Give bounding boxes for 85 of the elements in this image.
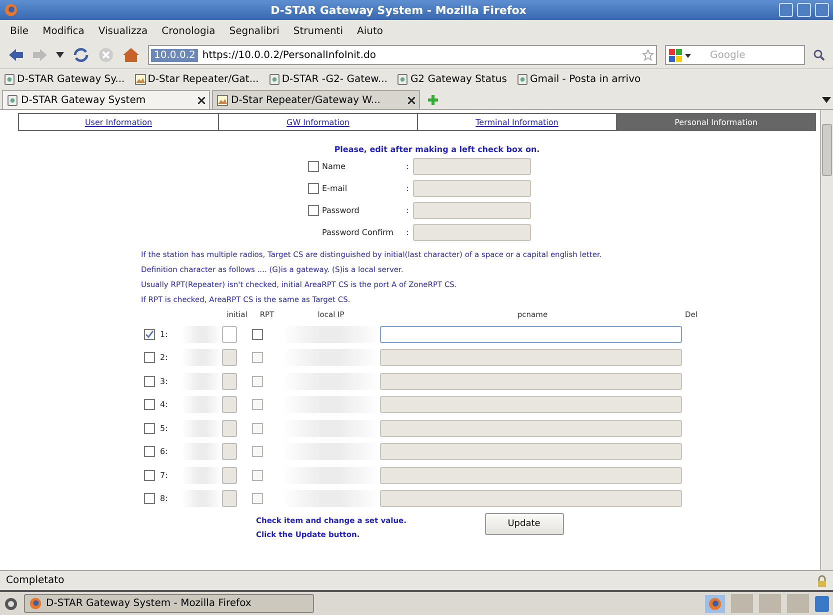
blurred-cell xyxy=(182,349,222,366)
image-icon xyxy=(134,74,146,85)
menu-item[interactable]: Bile xyxy=(10,26,29,36)
initial-field[interactable] xyxy=(222,326,237,342)
browser-tab[interactable]: D-Star Repeater/Gateway W... xyxy=(212,90,420,109)
browser-tab[interactable]: D-STAR Gateway System xyxy=(2,90,210,109)
close-icon[interactable] xyxy=(408,96,415,104)
close-button[interactable] xyxy=(815,3,829,17)
scrollbar[interactable] xyxy=(820,110,833,570)
row-number: 2: xyxy=(160,353,169,362)
menu-item[interactable]: Aiuto xyxy=(357,26,384,36)
search-icon[interactable] xyxy=(813,49,825,61)
url-text: https://10.0.0.2/PersonalInfoInit.do xyxy=(202,50,377,60)
blurred-cell xyxy=(182,372,222,390)
blurred-cell xyxy=(182,443,222,460)
colon-separator: : xyxy=(406,162,410,171)
row-number: 1: xyxy=(160,330,169,338)
page-icon xyxy=(516,74,528,85)
checkbox[interactable] xyxy=(308,161,319,172)
site-identity[interactable]: 10.0.0.2 xyxy=(151,48,198,62)
window-title: D-STAR Gateway System - Mozilla Firefox xyxy=(270,4,528,16)
colon-separator: : xyxy=(406,206,410,215)
forward-icon[interactable] xyxy=(32,48,48,62)
pcname-field[interactable] xyxy=(380,326,682,342)
field-label: Password Confirm xyxy=(322,228,394,237)
menu-item[interactable]: Modifica xyxy=(42,26,84,36)
firefox-icon xyxy=(29,597,42,610)
row-number: 3: xyxy=(160,376,169,386)
blurred-cell xyxy=(182,466,222,484)
blurred-cell xyxy=(182,396,222,413)
field-label: Name xyxy=(322,162,347,171)
new-tab-icon[interactable] xyxy=(428,95,438,105)
menu-item[interactable]: Segnalibri xyxy=(229,26,280,36)
page-icon xyxy=(4,74,15,85)
lock-icon xyxy=(817,574,827,586)
update-button[interactable]: Update xyxy=(484,513,564,535)
status-text: Completato xyxy=(6,575,64,586)
checkbox[interactable] xyxy=(308,183,319,194)
close-icon[interactable] xyxy=(198,96,205,104)
star-icon[interactable] xyxy=(642,49,654,61)
search-field[interactable]: Google xyxy=(665,45,805,65)
page-icon xyxy=(7,94,18,106)
blurred-cell xyxy=(182,326,222,342)
bookmark-item[interactable]: D-Star Repeater/Gat... xyxy=(134,74,259,85)
blurred-cell xyxy=(182,490,222,507)
bookmark-item[interactable]: D-STAR Gateway Sy... xyxy=(4,74,125,85)
menu-item[interactable]: Visualizza xyxy=(98,26,148,36)
minimize-button[interactable] xyxy=(779,3,793,17)
firefox-icon[interactable] xyxy=(705,594,725,612)
field-label: Password xyxy=(322,206,360,215)
menu-item[interactable]: Strumenti xyxy=(293,26,344,36)
dropdown-icon[interactable] xyxy=(56,52,64,58)
row-number: 4: xyxy=(160,400,169,409)
firefox-icon xyxy=(4,3,18,17)
back-icon[interactable] xyxy=(8,48,24,62)
colon-separator: : xyxy=(406,228,410,237)
maximize-button[interactable] xyxy=(797,3,811,17)
row-number: 7: xyxy=(160,470,169,480)
rpt-checkbox[interactable] xyxy=(252,328,263,340)
reload-icon[interactable] xyxy=(72,47,90,63)
image-icon xyxy=(217,94,228,106)
row-number: 8: xyxy=(160,494,169,503)
bookmark-item[interactable]: D-STAR -G2- Gatew... xyxy=(268,74,388,85)
bookmark-item[interactable]: Gmail - Posta in arrivo xyxy=(516,74,641,85)
row-number: 6: xyxy=(160,447,169,456)
checkbox[interactable] xyxy=(144,328,155,340)
bookmark-item[interactable]: G2 Gateway Status xyxy=(397,74,507,85)
tab-list-icon[interactable] xyxy=(822,97,831,103)
stop-icon[interactable] xyxy=(98,47,114,63)
search-engine-icon[interactable] xyxy=(669,48,693,62)
field-label: E-mail xyxy=(322,184,348,193)
menu-icon[interactable] xyxy=(4,596,18,610)
nav-tab[interactable]: Personal Information xyxy=(616,114,815,130)
address-bar[interactable]: 10.0.0.2 https://10.0.0.2/PersonalInfoInit.do xyxy=(148,45,657,65)
colon-separator: : xyxy=(406,184,410,193)
form-heading: Please, edit after making a left check box on. xyxy=(333,145,541,154)
taskbar-item[interactable]: D-STAR Gateway System - Mozilla Firefox xyxy=(24,594,314,613)
desktop-icon[interactable] xyxy=(815,596,829,612)
home-icon[interactable] xyxy=(122,47,140,63)
menu-item[interactable]: Cronologia xyxy=(162,26,216,36)
row-number: 5: xyxy=(160,424,169,432)
page-icon xyxy=(268,74,280,85)
blurred-cell xyxy=(182,420,222,436)
checkbox[interactable] xyxy=(308,205,319,216)
page-icon xyxy=(397,74,408,85)
